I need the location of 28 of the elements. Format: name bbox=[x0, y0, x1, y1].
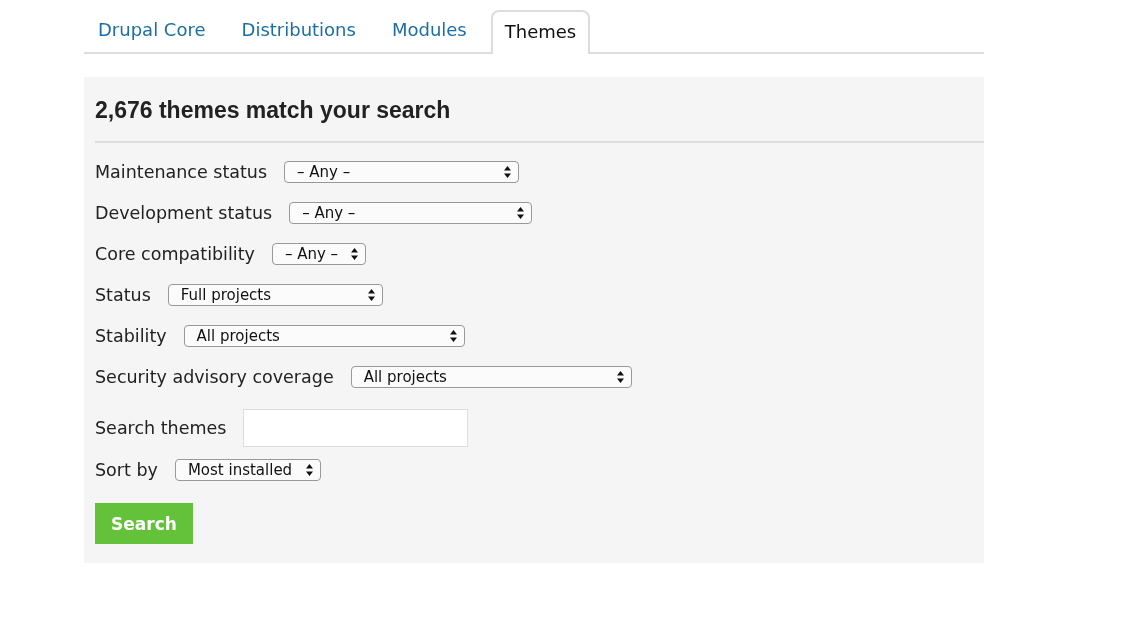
filter-label: Status bbox=[95, 284, 151, 305]
search-input[interactable] bbox=[243, 409, 469, 447]
select-dropdown[interactable]: All projects bbox=[183, 324, 465, 347]
select-dropdown[interactable]: All projects bbox=[350, 365, 632, 388]
up-down-arrows-icon bbox=[616, 370, 624, 383]
select-dropdown[interactable]: – Any – bbox=[284, 160, 520, 183]
filter-label: Security advisory coverage bbox=[95, 366, 334, 387]
filter-label: Sort by bbox=[95, 459, 158, 480]
tab[interactable]: Distributions bbox=[229, 19, 368, 52]
up-down-arrows-icon bbox=[305, 463, 313, 476]
select-dropdown[interactable]: – Any – bbox=[271, 242, 366, 265]
up-down-arrows-icon bbox=[350, 247, 358, 260]
filter-label: Maintenance status bbox=[95, 161, 268, 182]
filter-label: Core compatibility bbox=[95, 243, 255, 264]
up-down-arrows-icon bbox=[449, 329, 457, 342]
up-down-arrows-icon bbox=[504, 165, 512, 178]
up-down-arrows-icon bbox=[367, 288, 375, 301]
results-heading: 2,676 themes match your search bbox=[95, 97, 452, 125]
filter-label: Stability bbox=[95, 325, 167, 346]
tab[interactable]: Themes bbox=[490, 10, 591, 54]
up-down-arrows-icon bbox=[517, 206, 525, 219]
select-dropdown[interactable]: Full projects bbox=[167, 283, 383, 306]
tab[interactable]: Drupal Core bbox=[86, 19, 218, 52]
select-dropdown[interactable]: Most installed bbox=[174, 458, 321, 481]
select-dropdown[interactable]: – Any – bbox=[289, 201, 533, 224]
tab[interactable]: Modules bbox=[379, 19, 479, 52]
filter-label: Development status bbox=[95, 202, 273, 223]
filter-label: Search themes bbox=[95, 418, 227, 438]
